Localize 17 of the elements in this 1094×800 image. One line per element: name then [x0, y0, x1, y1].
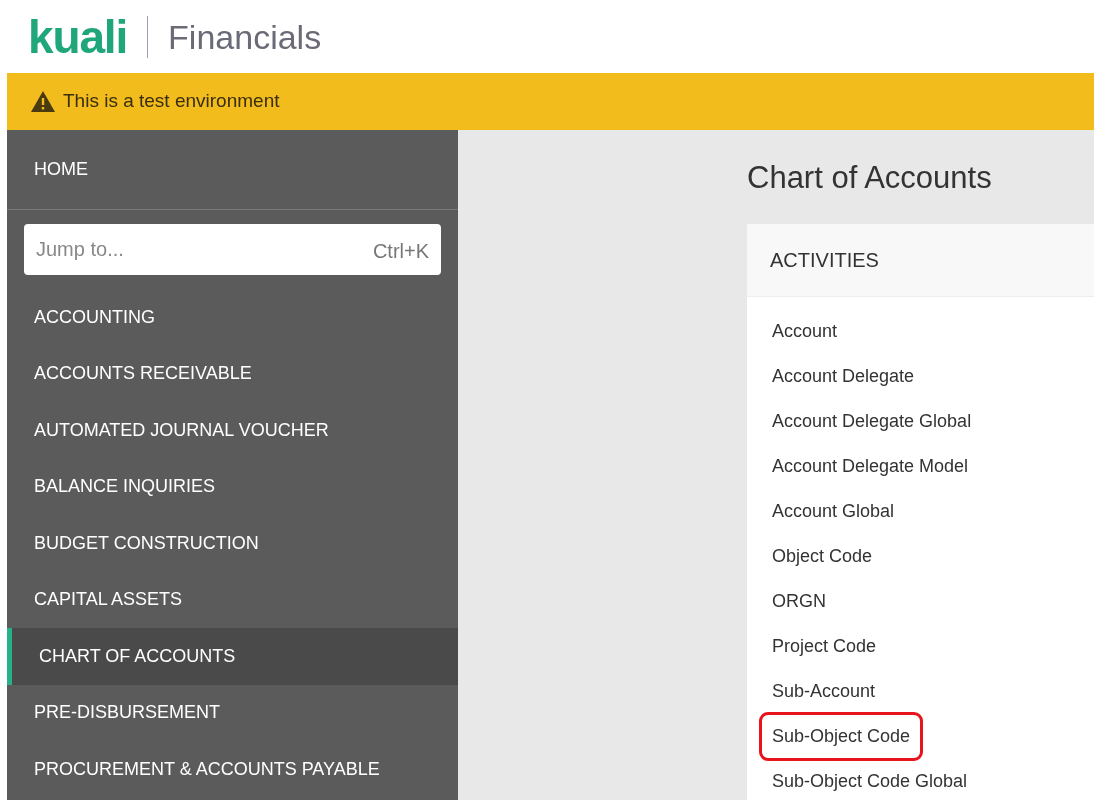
sidebar-item[interactable]: PRE-DISBURSEMENT [7, 684, 458, 741]
activity-link[interactable]: Sub-Object Code [759, 712, 924, 761]
page-title: Chart of Accounts [747, 158, 993, 197]
warning-icon [31, 91, 55, 112]
sidebar-item[interactable]: BUDGET CONSTRUCTION [7, 515, 458, 572]
sidebar-item[interactable]: BALANCE INQUIRIES [7, 458, 458, 515]
sidebar-item[interactable]: ACCOUNTING [7, 289, 458, 346]
home-link[interactable]: HOME [34, 156, 88, 183]
sidebar-item[interactable]: PROCUREMENT & ACCOUNTS PAYABLE [7, 741, 458, 798]
card-heading: ACTIVITIES [770, 248, 879, 273]
sidebar-item[interactable]: AUTOMATED JOURNAL VOUCHER [7, 402, 458, 459]
product-name: Financials [168, 19, 322, 54]
sidebar-item[interactable]: CAPITAL ASSETS [7, 571, 458, 628]
sidebar-item[interactable]: CHART OF ACCOUNTS [7, 628, 458, 685]
sidebar-item[interactable]: ACCOUNTS RECEIVABLE [7, 345, 458, 402]
banner-message: This is a test environment [63, 89, 280, 114]
keyboard-shortcut: Ctrl+K [372, 239, 429, 264]
